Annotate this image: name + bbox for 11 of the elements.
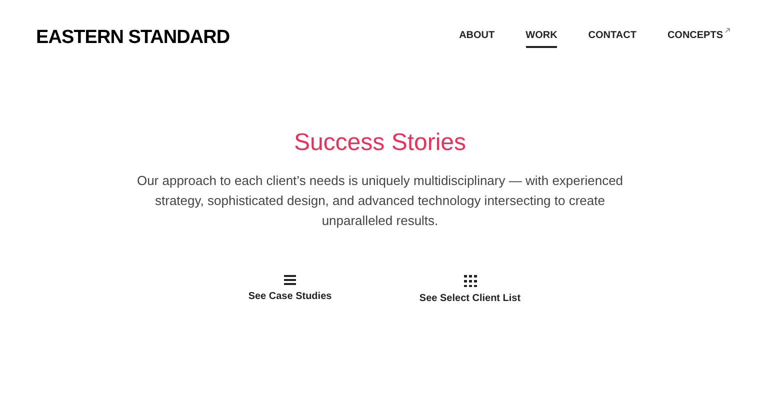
logo[interactable]: EASTERN STANDARD — [36, 24, 230, 52]
nav-link[interactable]: WORK — [526, 28, 558, 48]
link-button[interactable]: See Case Studies — [235, 274, 345, 306]
nav-link[interactable]: ABOUT — [459, 28, 495, 48]
nav-link[interactable]: CONTACT — [588, 28, 636, 48]
link-button[interactable]: See Select Client List — [415, 274, 525, 306]
page-title: Success Stories — [294, 128, 466, 158]
grid-icon — [464, 274, 476, 286]
menu-icon — [284, 274, 296, 284]
intro-paragraph: Our approach to each client’s needs is uniquely multidisciplinary — with experienced strategy, sophisticated design, and advanced technology intersecting to create unparalleled results. — [136, 172, 624, 230]
nav-link[interactable]: CONCEPTS — [667, 28, 730, 48]
